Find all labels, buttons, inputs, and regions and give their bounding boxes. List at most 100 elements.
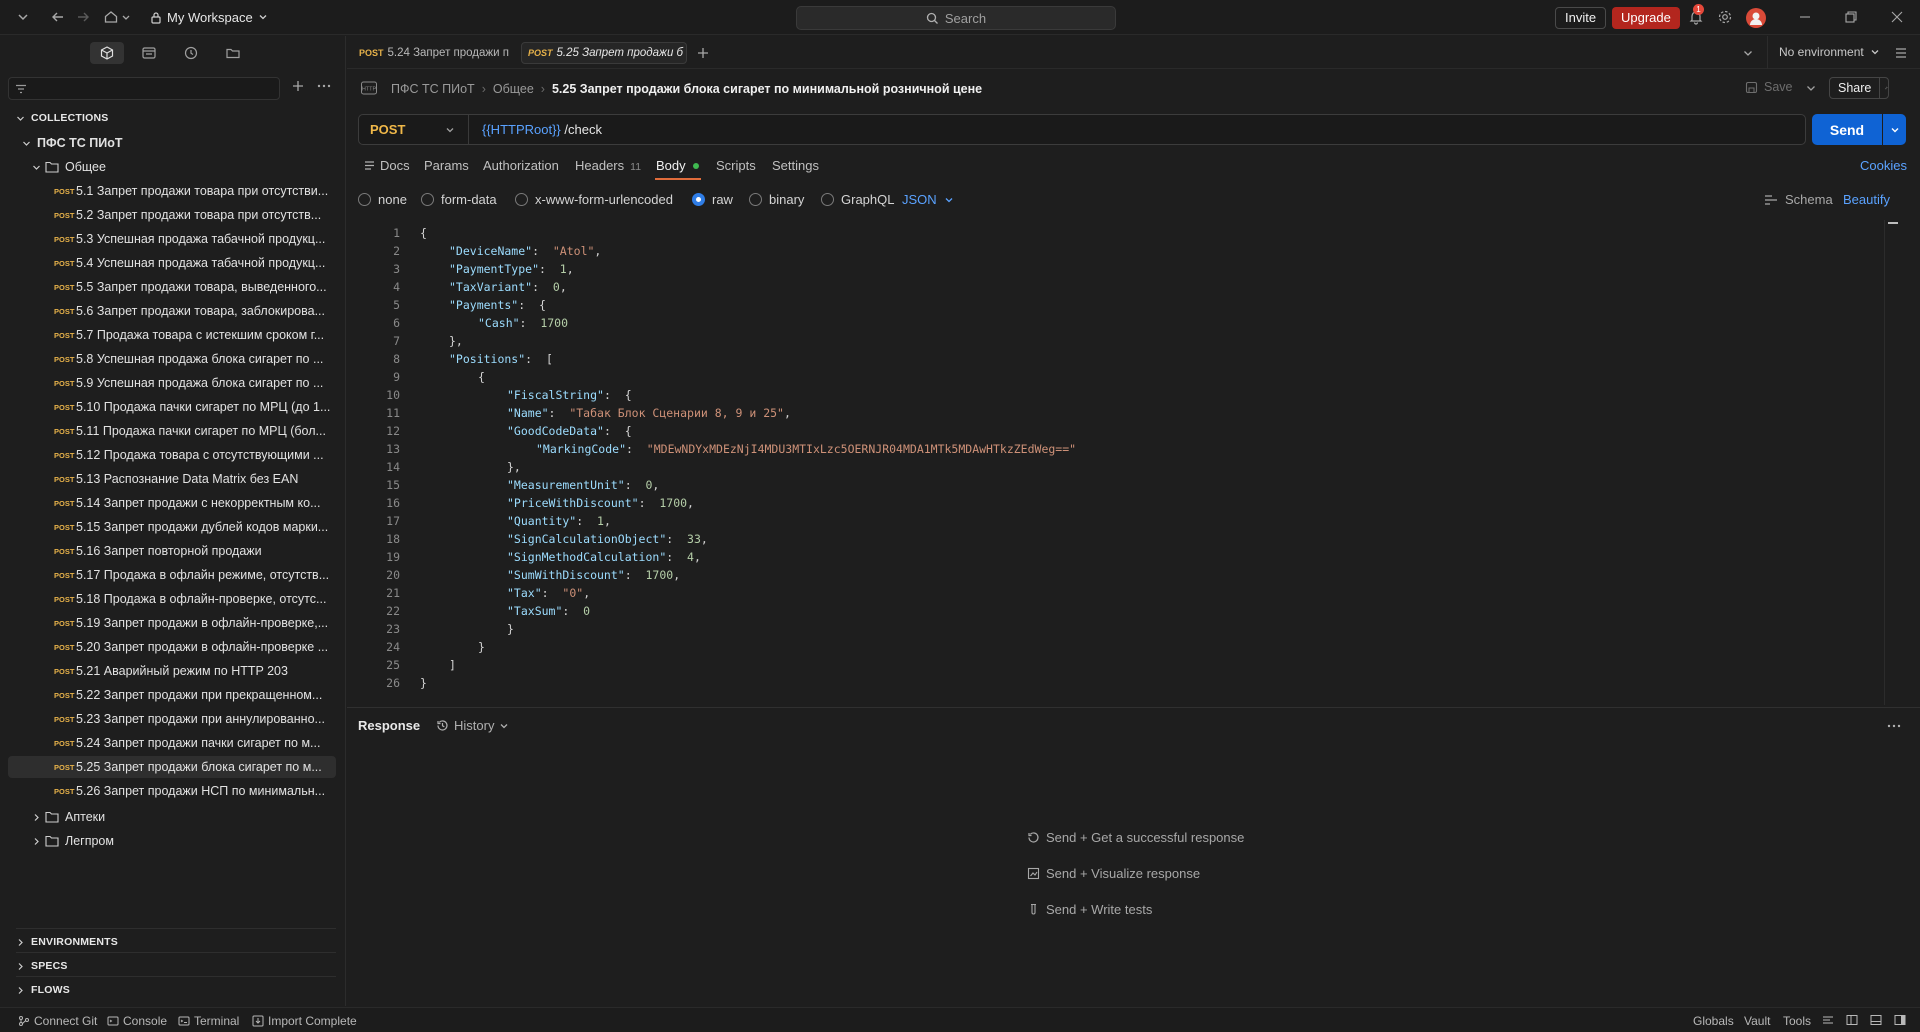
environment-quicklook-icon[interactable] [1894, 46, 1908, 60]
request-item[interactable]: POST 5.25 Запрет продажи блока сигарет по… [8, 756, 336, 778]
radio-raw[interactable]: raw [692, 192, 733, 207]
close-icon[interactable] [1889, 9, 1905, 25]
request-item[interactable]: POST 5.16 Запрет повторной продажи [8, 540, 336, 562]
request-item[interactable]: POST 5.3 Успешная продажа табачной продук… [8, 228, 336, 250]
folder-tab-icon[interactable] [216, 42, 250, 64]
tab-params[interactable]: Params [424, 158, 469, 173]
tab-body[interactable]: Body [656, 158, 699, 173]
collections-tab-icon[interactable] [90, 42, 124, 64]
request-item[interactable]: POST 5.14 Запрет продажи с некорректным к… [8, 492, 336, 514]
cookies-link[interactable]: Cookies [1860, 158, 1907, 173]
history-tab-icon[interactable] [174, 42, 208, 64]
request-item[interactable]: POST 5.1 Запрет продажи товара при отсутс… [8, 180, 336, 202]
request-item[interactable]: POST 5.7 Продажа товара с истекшим сроком… [8, 324, 336, 346]
request-item[interactable]: POST 5.17 Продажа в офлайн режиме, отсутс… [8, 564, 336, 586]
tab-headers[interactable]: Headers 11 [575, 158, 641, 173]
request-item[interactable]: POST 5.9 Успешная продажа блока сигарет п… [8, 372, 336, 394]
tools-button[interactable]: Tools [1783, 1014, 1811, 1028]
globals-button[interactable]: Globals [1693, 1014, 1734, 1028]
environments-header[interactable]: ENVIRONMENTS [16, 936, 118, 948]
request-item[interactable]: POST 5.18 Продажа в офлайн-проверке, отсу… [8, 588, 336, 610]
radio-graphql[interactable]: GraphQL [821, 192, 894, 207]
folder-row-pharmacy[interactable]: Аптеки [8, 806, 336, 828]
url-input[interactable]: {{HTTPRoot}} /check [482, 122, 602, 137]
schema-button[interactable]: Schema [1764, 192, 1833, 207]
request-item[interactable]: POST 5.26 Запрет продажи НСП по минимальн… [8, 780, 336, 802]
method-select[interactable]: POST [359, 115, 469, 144]
tabs-dropdown-icon[interactable] [1742, 47, 1754, 59]
request-item[interactable]: POST 5.23 Запрет продажи при аннулированн… [8, 708, 336, 730]
request-item[interactable]: POST 5.21 Аварийный режим по HTTP 203 [8, 660, 336, 682]
global-search[interactable]: Search [796, 6, 1116, 30]
request-item[interactable]: POST 5.22 Запрет продажи при прекращенном… [8, 684, 336, 706]
folder-row-legprom[interactable]: Легпром [8, 830, 336, 852]
filter-input[interactable] [8, 77, 280, 100]
restore-icon[interactable] [1843, 9, 1859, 25]
history-button[interactable]: History [436, 718, 509, 733]
right-pane-icon[interactable] [1894, 1014, 1906, 1026]
workspace-switcher[interactable]: My Workspace [150, 8, 268, 26]
collection-row[interactable]: ПФС ТС ПИоТ [8, 132, 336, 154]
send-dropdown-button[interactable] [1883, 114, 1906, 145]
body-code-editor[interactable]: 1{2 "DeviceName": "Atol", 3 "PaymentType": … [358, 220, 1898, 705]
save-dropdown-icon[interactable] [1805, 82, 1817, 94]
invite-button[interactable]: Invite [1555, 7, 1607, 29]
forward-arrow-icon[interactable] [75, 9, 91, 25]
vault-button[interactable]: Vault [1744, 1014, 1770, 1028]
home-icon[interactable] [103, 9, 119, 25]
connect-git-button[interactable]: Connect Git [18, 1014, 97, 1028]
hint-successful-response[interactable]: Send + Get a successful response [1027, 830, 1244, 845]
terminal-button[interactable]: Terminal [178, 1014, 239, 1028]
home-chevron-icon[interactable] [121, 9, 131, 25]
request-item[interactable]: POST 5.13 Распознание Data Matrix без EAN [8, 468, 336, 490]
minimize-icon[interactable] [1797, 9, 1813, 25]
runner-icon[interactable] [1822, 1014, 1834, 1026]
breadcrumb-collection[interactable]: ПФС ТС ПИоТ [391, 82, 475, 96]
request-item[interactable]: POST 5.19 Запрет продажи в офлайн-проверк… [8, 612, 336, 634]
back-arrow-icon[interactable] [50, 9, 66, 25]
radio-binary[interactable]: binary [749, 192, 804, 207]
request-item[interactable]: POST 5.6 Запрет продажи товара, заблокиро… [8, 300, 336, 322]
folder-row-general[interactable]: Общее [8, 156, 336, 178]
environments-tab-icon[interactable] [132, 42, 166, 64]
request-item[interactable]: POST 5.10 Продажа пачки сигарет по МРЦ (д… [8, 396, 336, 418]
new-tab-icon[interactable] [696, 46, 710, 60]
request-item[interactable]: POST 5.15 Запрет продажи дублей кодов мар… [8, 516, 336, 538]
request-item[interactable]: POST 5.2 Запрет продажи товара при отсутс… [8, 204, 336, 226]
tab-docs[interactable]: Docs [364, 158, 410, 173]
hint-visualize-response[interactable]: Send + Visualize response [1027, 866, 1200, 881]
more-options-icon[interactable] [316, 78, 332, 94]
tab-request-5-24[interactable]: POST 5.24 Запрет продажи п [353, 42, 513, 64]
breadcrumb-folder[interactable]: Общее [493, 82, 534, 96]
request-item[interactable]: POST 5.8 Успешная продажа блока сигарет п… [8, 348, 336, 370]
radio-none[interactable]: none [358, 192, 407, 207]
radio-form-data[interactable]: form-data [421, 192, 497, 207]
collections-header[interactable]: COLLECTIONS [16, 112, 108, 124]
tab-scripts[interactable]: Scripts [716, 158, 756, 173]
environment-selector[interactable]: No environment [1779, 45, 1880, 59]
specs-header[interactable]: SPECS [16, 960, 68, 972]
upgrade-button[interactable]: Upgrade [1612, 7, 1680, 29]
flows-header[interactable]: FLOWS [16, 984, 70, 996]
response-more-icon[interactable] [1886, 718, 1902, 734]
tab-settings[interactable]: Settings [772, 158, 819, 173]
two-pane-icon[interactable] [1846, 1014, 1858, 1026]
radio-urlencoded[interactable]: x-www-form-urlencoded [515, 192, 673, 207]
request-item[interactable]: POST 5.20 Запрет продажи в офлайн-проверк… [8, 636, 336, 658]
request-title[interactable]: 5.25 Запрет продажи блока сигарет по мин… [552, 82, 982, 96]
request-item[interactable]: POST 5.24 Запрет продажи пачки сигарет по… [8, 732, 336, 754]
console-button[interactable]: Console [107, 1014, 167, 1028]
scrollbar-track[interactable] [1884, 220, 1885, 705]
save-button[interactable]: Save [1745, 80, 1793, 94]
import-status[interactable]: Import Complete [252, 1014, 357, 1028]
request-item[interactable]: POST 5.12 Продажа товара с отсутствующими… [8, 444, 336, 466]
avatar[interactable] [1746, 8, 1766, 28]
format-select[interactable]: JSON [902, 192, 954, 207]
hint-write-tests[interactable]: Send + Write tests [1027, 902, 1152, 917]
add-icon[interactable] [290, 78, 306, 94]
menu-chevron-icon[interactable] [15, 9, 31, 25]
request-response-splitter[interactable] [347, 707, 1920, 708]
tab-request-5-25[interactable]: POST 5.25 Запрет продажи б [521, 42, 687, 64]
request-item[interactable]: POST 5.4 Успешная продажа табачной продук… [8, 252, 336, 274]
tab-authorization[interactable]: Authorization [483, 158, 559, 173]
